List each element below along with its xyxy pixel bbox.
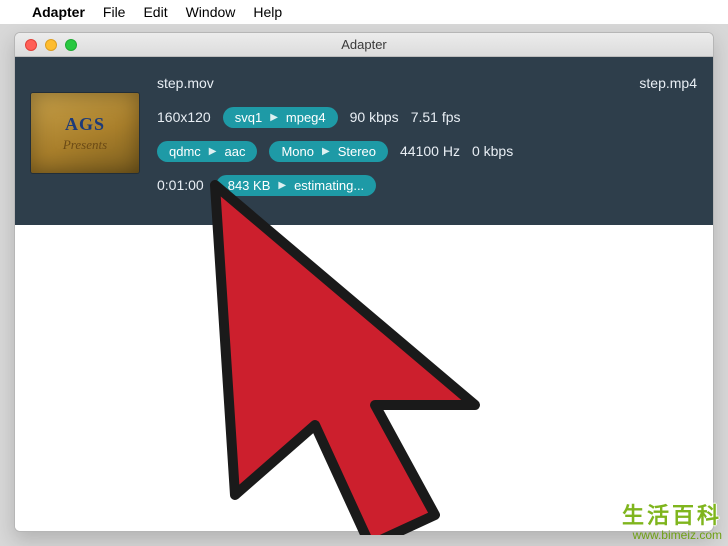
chevron-right-icon: ▶: [278, 180, 286, 191]
video-row: 160x120 svq1 ▶ mpeg4 90 kbps 7.51 fps: [157, 105, 697, 129]
menu-file[interactable]: File: [103, 4, 126, 20]
video-codec-to: mpeg4: [286, 110, 326, 125]
size-pill[interactable]: 843 KB ▶ estimating...: [216, 175, 376, 196]
source-filename: step.mov: [157, 75, 214, 91]
conversion-details: step.mov step.mp4 160x120 svq1 ▶ mpeg4 9…: [157, 71, 697, 207]
close-button[interactable]: [25, 39, 37, 51]
progress-status: estimating...: [294, 178, 364, 193]
zoom-button[interactable]: [65, 39, 77, 51]
audio-codec-pill[interactable]: qdmc ▶ aac: [157, 141, 257, 162]
chevron-right-icon: ▶: [270, 112, 278, 123]
audio-row: qdmc ▶ aac Mono ▶ Stereo 44100 Hz 0 kbps: [157, 139, 697, 163]
watermark-text: 生活百科: [622, 498, 722, 530]
audio-codec-from: qdmc: [169, 144, 201, 159]
audio-bitrate: 0 kbps: [472, 143, 513, 159]
dest-filename: step.mp4: [639, 75, 697, 91]
system-menubar: Adapter File Edit Window Help: [0, 0, 728, 24]
traffic-lights: [25, 39, 77, 51]
thumbnail-text-2: Presents: [63, 137, 107, 153]
video-fps: 7.51 fps: [411, 109, 461, 125]
audio-codec-to: aac: [225, 144, 246, 159]
menubar-appname[interactable]: Adapter: [32, 4, 85, 20]
window-titlebar[interactable]: Adapter: [15, 33, 713, 57]
audio-channels-to: Stereo: [338, 144, 376, 159]
video-resolution: 160x120: [157, 109, 211, 125]
watermark-url: www.bimeiz.com: [622, 528, 722, 542]
file-row: step.mov step.mp4: [157, 71, 697, 95]
menu-window[interactable]: Window: [186, 4, 236, 20]
window-title: Adapter: [341, 37, 387, 52]
chevron-right-icon: ▶: [322, 146, 330, 157]
progress-row: 0:01:00 843 KB ▶ estimating...: [157, 173, 697, 197]
audio-channels-pill[interactable]: Mono ▶ Stereo: [269, 141, 388, 162]
audio-samplerate: 44100 Hz: [400, 143, 460, 159]
chevron-right-icon: ▶: [209, 146, 217, 157]
watermark: 生活百科 www.bimeiz.com: [622, 498, 722, 542]
audio-channels-from: Mono: [281, 144, 314, 159]
output-size: 843 KB: [228, 178, 271, 193]
video-bitrate: 90 kbps: [350, 109, 399, 125]
video-codec-pill[interactable]: svq1 ▶ mpeg4: [223, 107, 338, 128]
content-area: [15, 225, 713, 532]
app-window: Adapter AGS Presents step.mov step.mp4 1…: [14, 32, 714, 532]
conversion-panel: AGS Presents step.mov step.mp4 160x120 s…: [15, 57, 713, 225]
minimize-button[interactable]: [45, 39, 57, 51]
source-thumbnail: AGS Presents: [31, 93, 139, 173]
thumbnail-text-1: AGS: [65, 114, 105, 135]
duration: 0:01:00: [157, 177, 204, 193]
menu-edit[interactable]: Edit: [143, 4, 167, 20]
menu-help[interactable]: Help: [253, 4, 282, 20]
video-codec-from: svq1: [235, 110, 262, 125]
